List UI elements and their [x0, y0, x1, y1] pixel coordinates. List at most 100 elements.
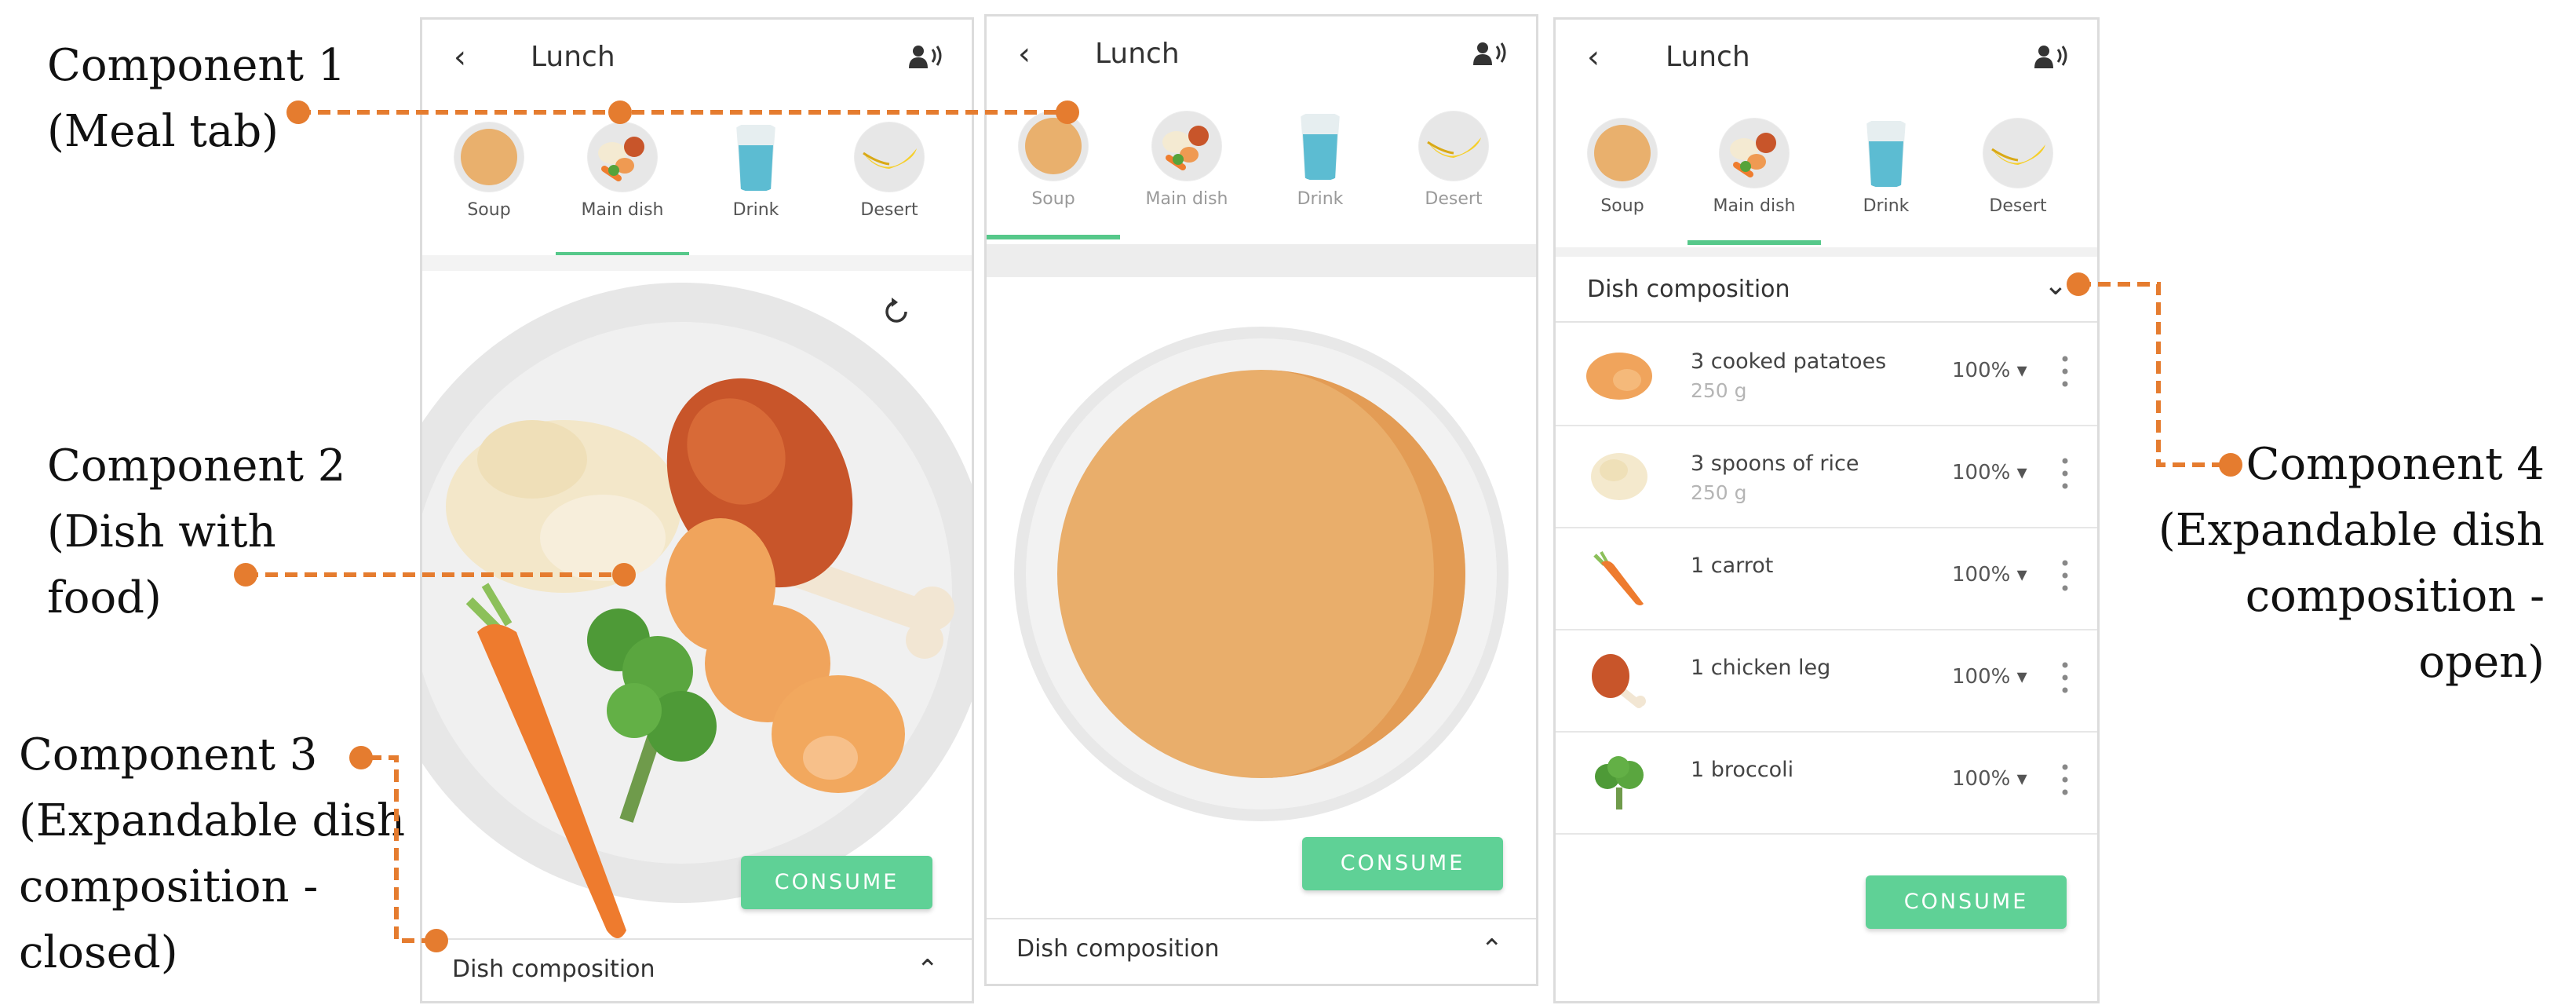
percent-dropdown[interactable]: 100% ▾	[1952, 359, 2027, 382]
tab-desert[interactable]: Desert	[823, 106, 956, 255]
percent-dropdown[interactable]: 100% ▾	[1952, 767, 2027, 791]
tab-desert[interactable]: Desert	[1951, 102, 2085, 251]
tab-drink[interactable]: Drink	[689, 106, 823, 255]
tab-label: Drink	[1297, 189, 1344, 209]
tab-main-dish[interactable]: Main dish	[1688, 102, 1821, 251]
chevron-up-icon[interactable]: ⌃	[1481, 934, 1504, 965]
dish-composition-bar[interactable]: Dish composition ⌃	[987, 918, 1536, 978]
voice-speaker-icon[interactable]	[907, 43, 945, 71]
ingredient-name: 1 carrot	[1691, 554, 1774, 578]
more-options-icon[interactable]	[2062, 660, 2068, 695]
dish-composition-bar[interactable]: Dish composition ⌃	[422, 938, 972, 998]
caret-down-icon: ▾	[2016, 563, 2027, 587]
tab-main-dish[interactable]: Main dish	[556, 106, 689, 257]
chevron-down-icon[interactable]: ⌄	[2044, 269, 2067, 302]
broccoli-icon	[1595, 756, 1644, 809]
tab-drink[interactable]: Drink	[1819, 102, 1953, 251]
tab-soup[interactable]: Soup	[422, 106, 556, 255]
main-dish-icon	[1151, 111, 1222, 181]
callout-line: open)	[2418, 637, 2545, 688]
tab-soup[interactable]: Soup	[1556, 102, 1689, 251]
voice-speaker-icon[interactable]	[2033, 43, 2071, 71]
more-options-icon[interactable]	[2062, 456, 2068, 491]
page-title: Lunch	[1095, 38, 1180, 70]
caret-down-icon: ▾	[2016, 461, 2027, 484]
percent-dropdown[interactable]: 100% ▾	[1952, 665, 2027, 689]
tab-main-dish[interactable]: Main dish	[1120, 95, 1253, 244]
more-options-icon[interactable]	[2062, 354, 2068, 389]
ingredient-weight: 250 g	[1691, 379, 1747, 402]
chevron-up-icon[interactable]: ⌃	[917, 954, 940, 985]
callout-line: food)	[47, 572, 162, 623]
active-tab-indicator	[987, 235, 1120, 239]
potato-icon	[1586, 353, 1652, 400]
back-arrow-icon[interactable]: ‹	[1018, 38, 1049, 70]
divider	[987, 244, 1536, 277]
rice-icon	[1591, 453, 1647, 500]
tab-label: Desert	[1989, 196, 2047, 216]
percent-value: 100%	[1952, 359, 2011, 382]
ingredient-name: 3 spoons of rice	[1691, 451, 1859, 476]
percent-dropdown[interactable]: 100% ▾	[1952, 563, 2027, 587]
ingredient-weight: 250 g	[1691, 481, 1747, 504]
tab-label: Soup	[1031, 189, 1075, 209]
callout-line: (Meal tab)	[47, 106, 279, 157]
caret-down-icon: ▾	[2016, 665, 2027, 689]
carrot-icon	[1593, 551, 1644, 605]
tab-drink[interactable]: Drink	[1253, 95, 1387, 244]
ingredient-row[interactable]: 1 carrot 100% ▾	[1556, 527, 2097, 630]
page-title: Lunch	[1666, 41, 1750, 73]
dish-composition-header[interactable]: Dish composition ⌄	[1556, 257, 2097, 323]
percent-value: 100%	[1952, 665, 2011, 689]
percent-dropdown[interactable]: 100% ▾	[1952, 461, 2027, 484]
callout-line: (Expandable dish	[2158, 505, 2545, 556]
tab-soup[interactable]: Soup	[987, 95, 1120, 244]
app-header: ‹ Lunch	[987, 16, 1536, 103]
banana-icon	[1983, 118, 2053, 188]
more-options-icon[interactable]	[2062, 558, 2068, 593]
callout-component-1: Component 1 (Meal tab)	[47, 33, 345, 165]
consume-button[interactable]: CONSUME	[741, 856, 932, 909]
callout-component-4: Component 4 (Expandable dish composition…	[2158, 432, 2545, 696]
callout-line: Component 2	[47, 440, 346, 492]
tab-label: Soup	[1600, 196, 1644, 216]
percent-value: 100%	[1952, 461, 2011, 484]
tab-label: Desert	[860, 200, 918, 220]
back-arrow-icon[interactable]: ‹	[1587, 42, 1618, 73]
callout-line: Component 1	[47, 40, 346, 91]
callout-line: Component 3	[19, 729, 318, 780]
percent-value: 100%	[1952, 563, 2011, 587]
rice-food	[446, 420, 681, 593]
ingredient-row[interactable]: 1 broccoli 100% ▾	[1556, 731, 2097, 835]
drink-icon	[736, 125, 775, 191]
page-title: Lunch	[531, 41, 615, 73]
app-header: ‹ Lunch	[1556, 20, 2097, 106]
meal-tabs: Soup Main dish Drink Desert	[1556, 102, 2097, 251]
reset-icon[interactable]	[878, 293, 915, 331]
callout-line: (Expandable dish	[19, 795, 406, 846]
divider	[422, 255, 972, 271]
callout-line: closed)	[19, 927, 178, 978]
consume-button[interactable]: CONSUME	[1302, 837, 1503, 890]
more-options-icon[interactable]	[2062, 762, 2068, 797]
ingredient-row[interactable]: 3 cooked patatoes 250 g 100% ▾	[1556, 323, 2097, 426]
tab-label: Drink	[732, 200, 779, 220]
ingredient-row[interactable]: 1 chicken leg 100% ▾	[1556, 629, 2097, 733]
tab-label: Main dish	[581, 200, 664, 220]
back-arrow-icon[interactable]: ‹	[454, 42, 485, 73]
phone-screen-main-dish: ‹ Lunch Soup Main dish Drink Desert CONS…	[420, 17, 974, 1003]
ingredient-name: 1 broccoli	[1691, 758, 1794, 782]
tab-desert[interactable]: Desert	[1387, 95, 1520, 244]
drink-icon	[1866, 121, 1906, 187]
callout-line: (Dish with	[47, 506, 276, 557]
phone-screen-composition-open: ‹ Lunch Soup Main dish Drink Desert Dish…	[1553, 17, 2100, 1003]
caret-down-icon: ▾	[2016, 767, 2027, 791]
tab-label: Drink	[1863, 196, 1910, 216]
consume-button[interactable]: CONSUME	[1866, 875, 2067, 929]
callout-component-2: Component 2 (Dish with food)	[47, 433, 345, 631]
ingredient-row[interactable]: 3 spoons of rice 250 g 100% ▾	[1556, 425, 2097, 528]
tab-label: Main dish	[1713, 196, 1796, 216]
percent-value: 100%	[1952, 767, 2011, 791]
tab-label: Main dish	[1145, 189, 1228, 209]
voice-speaker-icon[interactable]	[1472, 40, 1509, 68]
